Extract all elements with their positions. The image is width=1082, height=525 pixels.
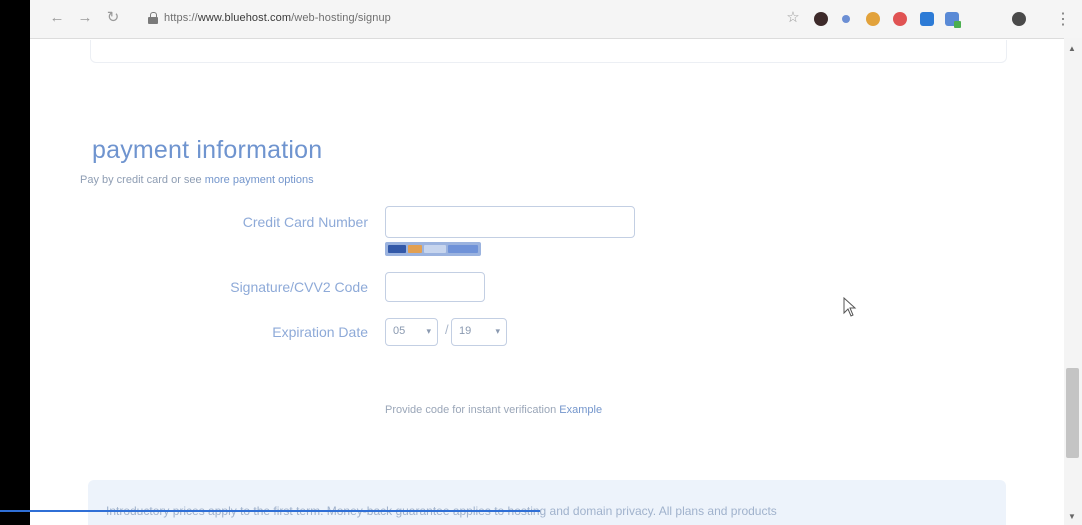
extension-blue-icon[interactable] xyxy=(920,12,934,26)
profile-avatar-icon[interactable] xyxy=(1012,12,1026,26)
extension-icon[interactable] xyxy=(814,12,828,26)
example-link[interactable]: Example xyxy=(559,404,602,416)
discover-icon xyxy=(424,245,446,253)
card-number-input[interactable] xyxy=(385,206,635,238)
browser-window: ← → ↻ https://www.bluehost.com/web-hosti… xyxy=(30,0,1082,525)
more-payment-options-link[interactable]: more payment options xyxy=(205,174,314,186)
card-logos xyxy=(385,242,481,256)
exp-month-select[interactable]: 05 ▾ xyxy=(385,318,438,346)
visa-icon xyxy=(388,245,406,253)
download-icon[interactable] xyxy=(842,15,850,23)
url-text: https://www.bluehost.com/web-hosting/sig… xyxy=(164,12,391,24)
amex-icon xyxy=(448,245,478,253)
extension-red-icon[interactable] xyxy=(893,12,907,26)
previous-section-card xyxy=(90,40,1007,63)
scroll-up-icon[interactable]: ▲ xyxy=(1068,44,1076,53)
lock-icon xyxy=(148,12,158,24)
back-icon[interactable]: ← xyxy=(48,9,66,27)
extension-orange-icon[interactable] xyxy=(866,12,880,26)
scrollbar-thumb[interactable] xyxy=(1066,368,1079,458)
verification-prefix: Provide code for instant verification xyxy=(385,404,560,416)
cvv-label: Signature/CVV2 Code xyxy=(230,279,368,295)
browser-toolbar: ← → ↻ https://www.bluehost.com/web-hosti… xyxy=(30,0,1082,39)
extension-calendar-icon[interactable] xyxy=(945,12,961,28)
verification-text: Provide code for instant verification Ex… xyxy=(385,404,602,416)
mouse-cursor-icon xyxy=(843,297,857,317)
payment-heading: payment information xyxy=(92,135,323,164)
forward-icon[interactable]: → xyxy=(76,9,94,27)
exp-separator: / xyxy=(445,322,449,337)
reload-icon[interactable]: ↻ xyxy=(104,9,122,27)
payment-subtext-prefix: Pay by credit card or see xyxy=(80,174,205,186)
expiration-label: Expiration Date xyxy=(272,324,368,340)
pricing-notice: Introductory prices apply to the first t… xyxy=(88,480,1006,525)
scroll-down-icon[interactable]: ▼ xyxy=(1068,512,1076,521)
exp-year-select[interactable]: 19 ▾ xyxy=(451,318,507,346)
url-host: www.bluehost.com xyxy=(197,12,292,24)
left-black-strip xyxy=(0,0,30,525)
exp-year-value: 19 xyxy=(459,325,472,337)
payment-subtext: Pay by credit card or see more payment o… xyxy=(80,174,314,186)
mastercard-icon xyxy=(408,245,422,253)
exp-month-value: 05 xyxy=(393,325,406,337)
chevron-down-icon: ▾ xyxy=(495,326,500,336)
card-number-label: Credit Card Number xyxy=(242,214,368,230)
cvv-input[interactable] xyxy=(385,272,485,302)
url-prefix: https:// xyxy=(164,12,198,24)
bookmark-star-icon[interactable]: ☆ xyxy=(784,9,802,27)
url-path: /web-hosting/signup xyxy=(291,12,391,24)
browser-menu-icon[interactable]: ⋮ xyxy=(1055,9,1071,29)
chevron-down-icon: ▾ xyxy=(426,326,431,336)
address-bar[interactable]: https://www.bluehost.com/web-hosting/sig… xyxy=(140,8,840,30)
progress-line xyxy=(0,510,540,512)
